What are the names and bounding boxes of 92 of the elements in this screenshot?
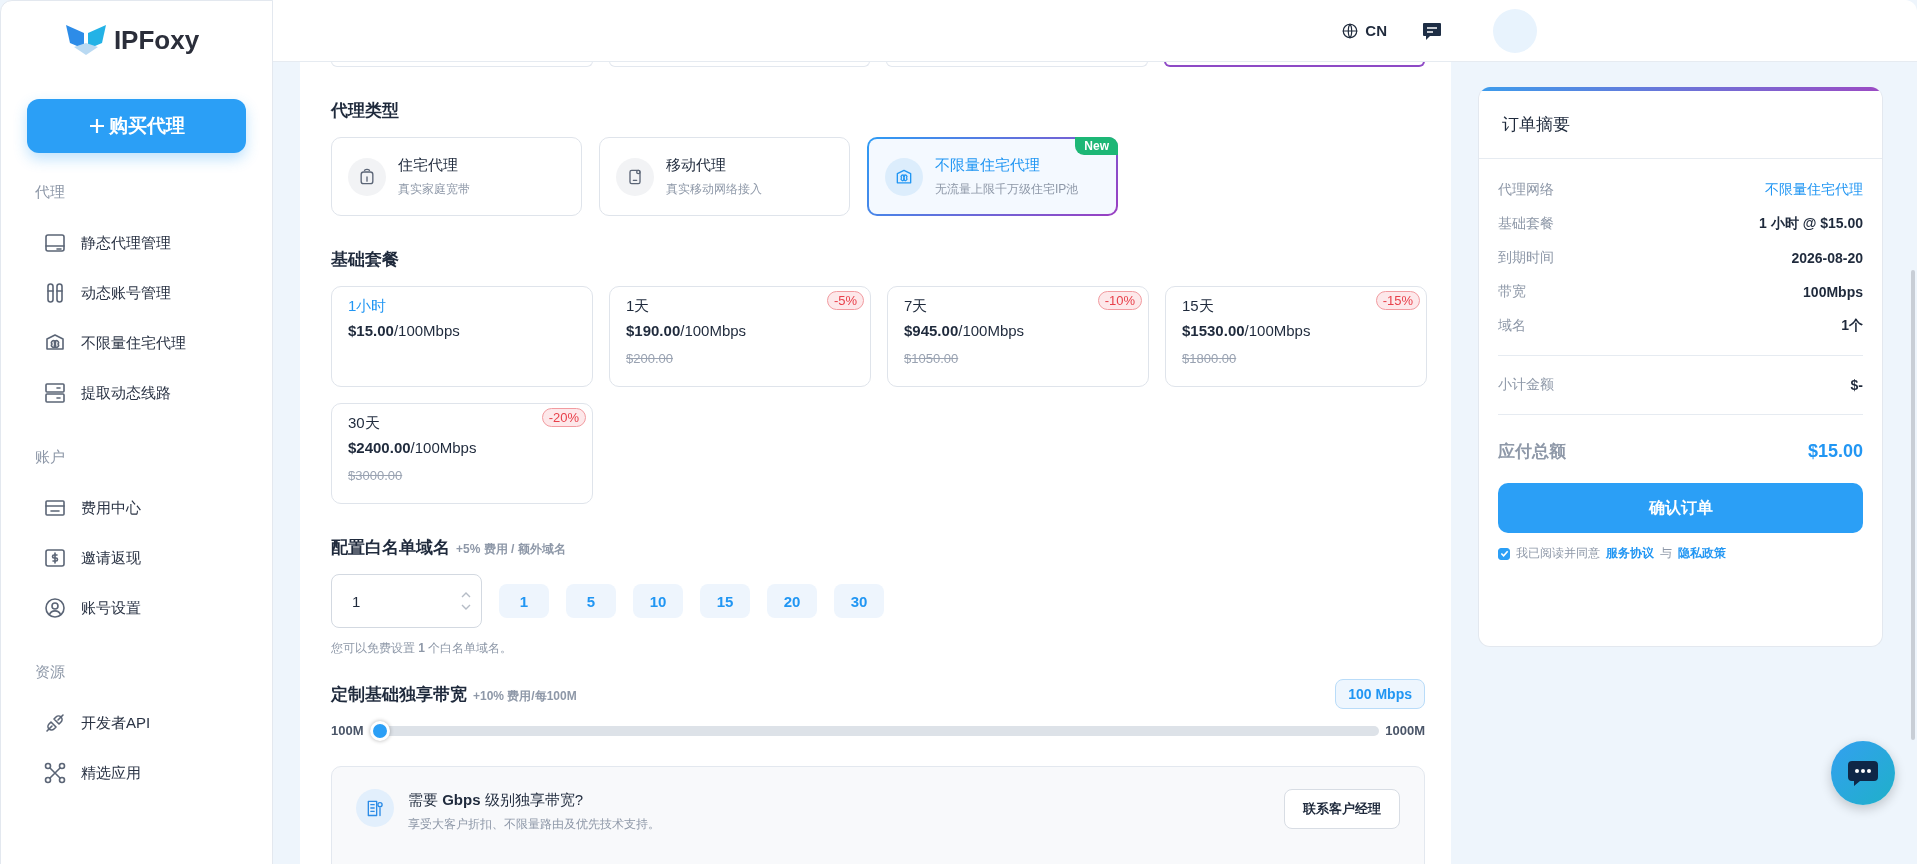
fee-note: +5% 费用 / 额外域名 [456,541,566,558]
plan-price: $15.00/100Mbps [348,322,460,339]
section-heading: 配置白名单域名 [331,537,450,559]
chat-button[interactable] [1831,741,1895,805]
agreement-text: 与 [1660,545,1672,562]
summary-label: 带宽 [1498,283,1526,301]
nodes-icon [43,761,67,785]
discount-badge: -5% [826,291,864,310]
hint-text: 您可以免费设置 1 个白名单域名。 [331,640,514,657]
option-title: 住宅代理 [398,155,459,175]
sidebar-item[interactable]: 精选应用 [27,748,246,798]
section-heading: 代理类型 [331,100,399,122]
plan-option[interactable]: 7天 $945.00/100Mbps $1050.00 -10% [887,286,1149,387]
summary-label: 代理网络 [1498,181,1554,199]
scrollbar[interactable] [1911,270,1915,740]
plan-duration: 1天 [626,297,650,316]
option-title: 移动代理 [666,155,727,175]
summary-value: $15.00 [1807,440,1863,462]
section-title: 资源 [35,663,66,682]
summary-label: 基础套餐 [1498,215,1554,233]
language-button[interactable]: CN [1335,20,1393,41]
contact-manager-button[interactable]: 联系客户经理 [1284,789,1400,829]
option-title: 不限量住宅代理 [935,155,1041,175]
building-icon [365,798,385,818]
section-title: 账户 [35,448,66,467]
plan-option[interactable]: 1天 $190.00/100Mbps $200.00 -5% [609,286,871,387]
new-badge: New [1075,137,1118,155]
slider-min-label: 100M [331,723,364,738]
user-icon [43,596,67,620]
option-subtitle: 真实家庭宽带 [398,180,470,198]
sidebar-item[interactable]: 费用中心 [27,483,246,533]
plan-duration: 7天 [904,297,928,316]
summary-value: $- [1850,377,1863,393]
summary-value: 100Mbps [1803,284,1863,300]
summary-value: 1个 [1841,317,1863,335]
monitor-icon [43,231,67,255]
sidebar-item[interactable]: 不限量住宅代理 [27,318,246,368]
summary-value: 2026-08-20 [1791,250,1863,266]
option-card-edge[interactable] [1163,62,1425,67]
plan-duration: 15天 [1182,297,1214,316]
plan-option[interactable]: 15天 $1530.00/100Mbps $1800.00 -15% [1165,286,1427,387]
chat-bubble-icon [1846,758,1880,788]
section-title: 代理 [35,183,66,202]
discount-badge: -10% [1097,291,1142,310]
plan-option[interactable]: 1小时 $15.00/100Mbps [331,286,593,387]
original-price: $1050.00 [904,351,959,366]
plan-option[interactable]: 30天 $2400.00/100Mbps $3000.00 -20% [331,403,593,504]
plug-icon [43,711,67,735]
summary-label: 小计金额 [1498,376,1554,394]
summary-value: 1 小时 @ $15.00 [1759,215,1863,233]
fee-note: +10% 费用/每100M [473,687,577,705]
original-price: $1800.00 [1182,351,1237,366]
logo-text: IPFoxy [113,24,200,56]
original-price: $3000.00 [348,468,403,483]
agree-checkbox[interactable] [1498,547,1510,560]
plan-duration: 1小时 [348,297,387,316]
sidebar-item[interactable]: 开发者API [27,698,246,748]
option-subtitle: 真实移动网络接入 [666,180,762,198]
summary-label: 到期时间 [1498,249,1554,267]
discount-badge: -20% [541,408,586,427]
plan-duration: 30天 [348,414,380,433]
slider-max-label: 1000M [1385,723,1425,738]
logo-icon [63,23,108,57]
proxy-type-option[interactable]: 住宅代理 真实家庭宽带 [331,137,582,216]
section-heading: 定制基础独享带宽 [331,683,467,706]
plan-price: $1530.00/100Mbps [1182,322,1311,339]
proxy-type-option[interactable]: 移动代理 真实移动网络接入 [599,137,850,216]
sidebar-item[interactable]: 账号设置 [27,583,246,633]
sidebar-item[interactable]: 提取动态线路 [27,368,246,418]
bandwidth-value: 100 Mbps [1335,679,1425,709]
summary-value: 不限量住宅代理 [1765,181,1863,199]
dollar-icon [43,546,67,570]
plus-icon [88,118,105,134]
summary-label: 应付总额 [1498,440,1566,463]
discount-badge: -15% [1375,291,1420,310]
sidebar-item[interactable]: 动态账号管理 [27,268,246,318]
plan-price: $190.00/100Mbps [626,322,747,339]
agreement-text: 我已阅读并同意 [1516,545,1600,562]
panel-title: 需要 Gbps 级别独享带宽? [408,791,585,810]
sidebar-item[interactable]: 静态代理管理 [27,218,246,268]
domain-count-field[interactable]: 1 [331,574,482,628]
summary-label: 域名 [1498,317,1526,335]
original-price: $200.00 [626,351,673,366]
plan-price: $945.00/100Mbps [904,322,1025,339]
globe-icon [1341,21,1360,40]
card-title: 订单摘要 [1479,91,1882,159]
sidebar-item[interactable]: 邀请返现 [27,533,246,583]
panel-subtitle: 享受大客户折扣、不限量路由及优先技术支持。 [408,816,661,833]
server-icon [43,381,67,405]
plan-price: $2400.00/100Mbps [348,439,477,456]
section-heading: 基础套餐 [331,249,399,271]
option-subtitle: 无流量上限千万级住宅IP池 [935,180,1079,198]
